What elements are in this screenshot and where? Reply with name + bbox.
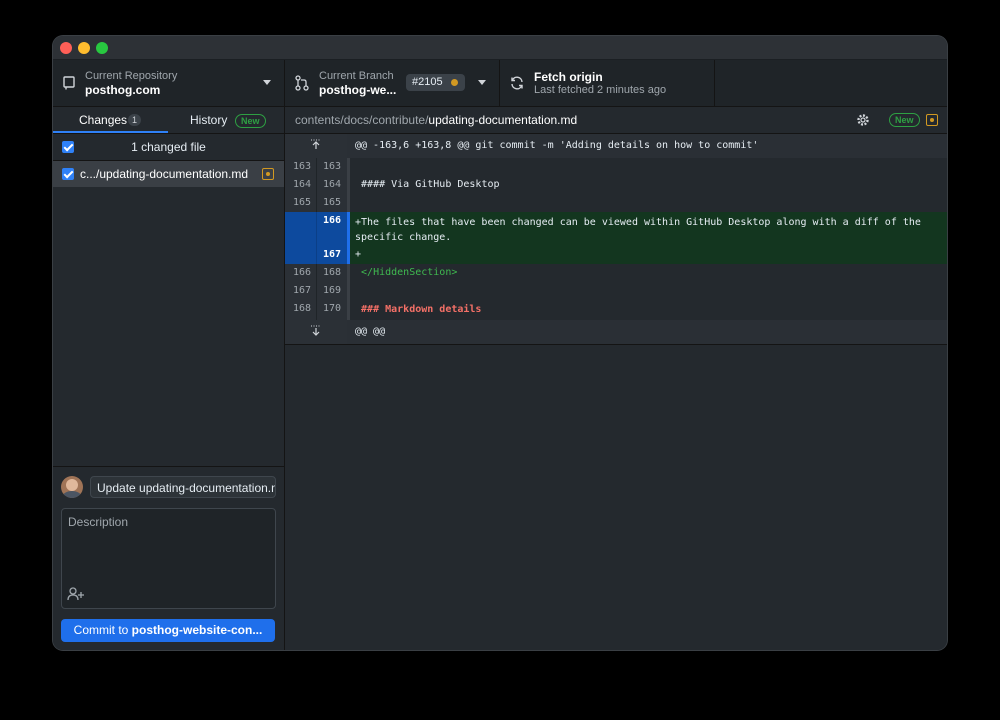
old-line-number: 166: [292, 267, 311, 278]
new-line-number: 168: [322, 267, 341, 278]
expand-up-icon: [311, 139, 321, 149]
commit-description-input[interactable]: Description: [61, 508, 276, 609]
history-new-badge: New: [235, 114, 266, 128]
gear-icon: [857, 114, 869, 126]
hunk-footer-text: @@ @@: [355, 326, 386, 337]
active-tab-indicator: [53, 131, 168, 133]
current-branch-button[interactable]: Current Branch posthog-we... #2105: [285, 60, 500, 106]
fetch-label: Fetch origin: [534, 70, 603, 84]
new-line-number: 163: [322, 161, 341, 172]
old-line-number: 167: [292, 285, 311, 296]
repo-icon: [63, 76, 75, 90]
zoom-window-button[interactable]: [96, 42, 108, 54]
repository-label: Current Repository: [85, 70, 178, 82]
tab-history[interactable]: History New: [169, 107, 284, 133]
file-name: c.../updating-documentation.md: [80, 167, 249, 181]
title-bar: [53, 36, 947, 60]
line-text: #### Via GitHub Desktop: [355, 179, 500, 190]
line-text: ### Markdown details: [355, 304, 482, 315]
line-text: +The files that have been changed can be…: [355, 217, 927, 243]
expand-up-button[interactable]: [285, 134, 347, 158]
diff-settings-button[interactable]: [854, 112, 884, 128]
modified-file-icon: [926, 114, 938, 126]
chevron-down-icon: [263, 80, 271, 85]
diff-line[interactable]: 163 163: [285, 158, 947, 176]
commit-button-branch: posthog-website-con...: [131, 623, 263, 637]
hunk-header-row: @@ -163,6 +163,8 @@ git commit -m 'Addin…: [285, 134, 947, 158]
sidebar-tabs: Changes 1 History New: [53, 107, 284, 134]
new-line-number: 167: [322, 249, 341, 260]
file-list-item[interactable]: c.../updating-documentation.md: [53, 161, 284, 187]
pr-status-dot: [451, 79, 458, 86]
changed-files-header: 1 changed file: [53, 134, 284, 161]
close-window-button[interactable]: [60, 42, 72, 54]
repository-name: posthog.com: [85, 83, 161, 97]
diff-panel: contents/docs/contribute/updating-docume…: [285, 107, 947, 650]
branch-icon: [295, 75, 309, 91]
tab-changes-label: Changes: [79, 113, 128, 127]
file-dir: contents/docs/contribute/: [295, 113, 429, 127]
file-include-checkbox[interactable]: [62, 168, 74, 180]
expand-down-button[interactable]: [285, 320, 347, 344]
new-line-number: 165: [322, 197, 341, 208]
new-line-number: 170: [322, 303, 341, 314]
expand-down-icon: [311, 325, 321, 336]
branch-name: posthog-we...: [319, 83, 397, 97]
old-line-number: 165: [292, 197, 311, 208]
file-path-name: updating-documentation.md: [428, 113, 578, 127]
sync-icon: [511, 76, 523, 90]
diff-line[interactable]: 166 168 </HiddenSection>: [285, 264, 947, 282]
last-fetched-label: Last fetched 2 minutes ago: [534, 84, 667, 96]
line-text: </HiddenSection>: [355, 267, 458, 278]
new-line-number: 166: [322, 215, 341, 226]
tab-history-label: History: [190, 113, 228, 127]
old-line-number: 163: [292, 161, 311, 172]
new-line-number: 164: [322, 179, 341, 190]
minimize-window-button[interactable]: [78, 42, 90, 54]
commit-button[interactable]: Commit to posthog-website-con...: [61, 619, 275, 642]
old-line-number: 164: [292, 179, 311, 190]
diff-line[interactable]: 165 165: [285, 194, 947, 212]
commit-summary-input[interactable]: Update updating-documentation.md: [90, 476, 276, 498]
breadcrumb: contents/docs/contribute/updating-docume…: [295, 113, 577, 127]
modified-file-icon: [262, 168, 274, 180]
sidebar: Changes 1 History New 1 changed file c..…: [53, 107, 285, 650]
new-line-number: 169: [322, 285, 341, 296]
hunk-header-text: @@ -163,6 +163,8 @@ git commit -m 'Addin…: [355, 140, 759, 151]
current-repository-button[interactable]: Current Repository posthog.com: [53, 60, 285, 106]
line-text: +: [355, 249, 362, 260]
file-path-bar: contents/docs/contribute/updating-docume…: [285, 107, 947, 134]
avatar[interactable]: [61, 476, 83, 498]
app-window: Current Repository posthog.com Current B…: [53, 36, 947, 650]
chevron-down-icon: [478, 80, 486, 85]
toolbar: Current Repository posthog.com Current B…: [53, 60, 947, 107]
diff-line[interactable]: 168 170 ### Markdown details: [285, 300, 947, 320]
diff-line[interactable]: 167 169: [285, 282, 947, 300]
changes-count-badge: 1: [128, 114, 142, 126]
add-co-author-icon[interactable]: [67, 587, 85, 601]
branch-label: Current Branch: [319, 70, 394, 82]
commit-button-prefix: Commit to: [73, 623, 132, 637]
fetch-origin-button[interactable]: Fetch origin Last fetched 2 minutes ago: [500, 60, 715, 106]
diff-line[interactable]: 164 164 #### Via GitHub Desktop: [285, 176, 947, 194]
hunk-footer-row: @@ @@: [285, 320, 947, 345]
tab-changes[interactable]: Changes 1: [53, 107, 168, 133]
commit-panel: Update updating-documentation.md Descrip…: [53, 466, 284, 650]
diff-line-added[interactable]: 167 +: [285, 246, 947, 264]
settings-new-badge: New: [889, 113, 920, 127]
pr-badge[interactable]: #2105: [406, 74, 465, 91]
old-line-number: 168: [292, 303, 311, 314]
pr-number: #2105: [412, 76, 443, 88]
diff-line-added[interactable]: 166 +The files that have been changed ca…: [285, 212, 947, 246]
description-placeholder: Description: [68, 515, 129, 529]
changed-files-count: 1 changed file: [131, 140, 206, 154]
